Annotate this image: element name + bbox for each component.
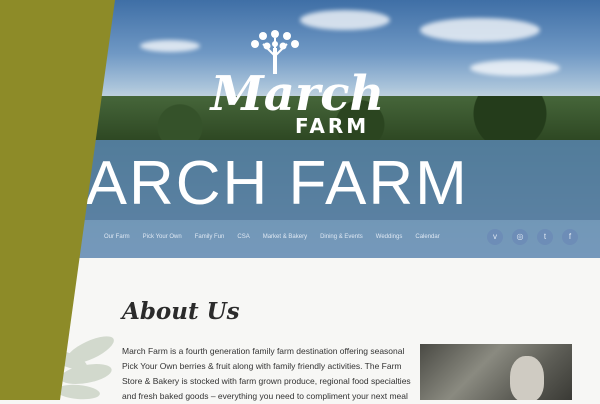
twitter-icon[interactable]: t — [537, 229, 553, 245]
historic-photo — [420, 344, 572, 400]
instagram-icon[interactable]: ◎ — [512, 229, 528, 245]
nav-item-weddings[interactable]: Weddings — [376, 234, 403, 240]
vimeo-icon[interactable]: v — [487, 229, 503, 245]
march-farm-logo[interactable]: March FARM — [205, 26, 390, 138]
page-title: MARCH FARM — [32, 149, 469, 218]
cloud — [140, 40, 200, 52]
nav-item-market-bakery[interactable]: Market & Bakery — [263, 234, 307, 240]
about-paragraph: March Farm is a fourth generation family… — [122, 346, 411, 401]
social-links: v ◎ t f — [487, 229, 578, 245]
nav-item-pick-your-own[interactable]: Pick Your Own — [143, 234, 182, 240]
nav-item-csa[interactable]: CSA — [237, 234, 249, 240]
cloud — [420, 18, 540, 42]
main-nav: Our Farm Pick Your Own Family Fun CSA Ma… — [104, 234, 440, 240]
nav-item-dining-events[interactable]: Dining & Events — [320, 234, 363, 240]
farmer-figure — [510, 356, 544, 400]
about-heading: About Us — [122, 298, 240, 325]
nav-item-family-fun[interactable]: Family Fun — [195, 234, 225, 240]
logo-farm-text: FARM — [295, 114, 370, 138]
facebook-icon[interactable]: f — [562, 229, 578, 245]
nav-item-our-farm[interactable]: Our Farm — [104, 234, 130, 240]
logo-script-text: March — [210, 66, 385, 122]
nav-item-calendar[interactable]: Calendar — [415, 234, 439, 240]
cloud — [470, 60, 560, 76]
